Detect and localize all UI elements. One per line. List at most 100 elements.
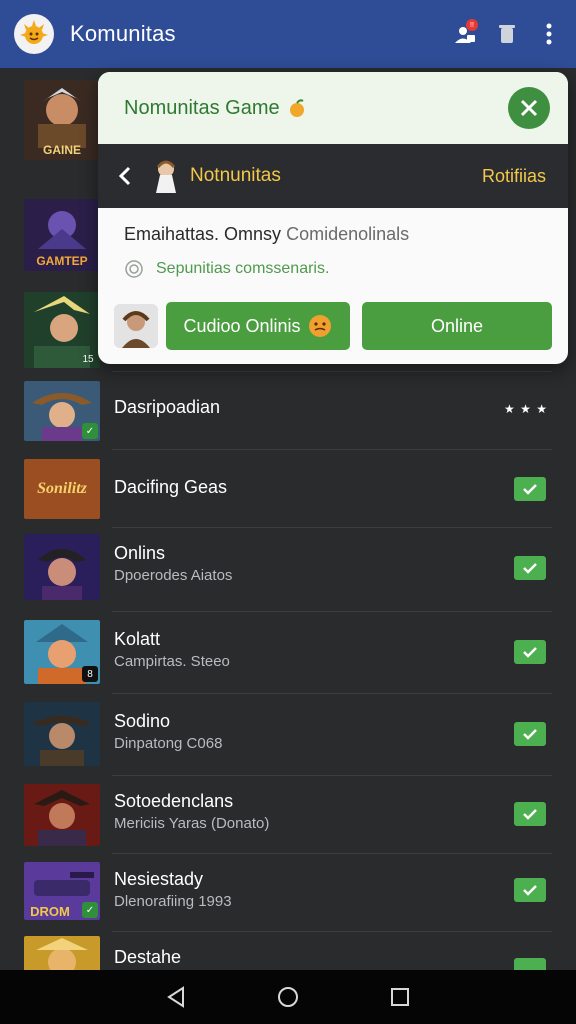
radio-icon (125, 260, 143, 278)
verified-icon: ✓ (82, 902, 98, 918)
list-item[interactable]: Sodino Dinpatong C068 (0, 694, 576, 776)
game-thumbnail: ✓ (24, 381, 100, 441)
verified-icon: ✓ (82, 423, 98, 439)
nav-recents-button[interactable] (386, 983, 414, 1011)
thumb-badge: 8 (82, 666, 98, 682)
row-subtitle: Mericiis Yaras (Donato) (114, 815, 270, 832)
check-icon (523, 729, 537, 740)
row-text: Nesiestady Dlenorafiing 1993 (114, 868, 232, 912)
row-title: Onlins (114, 543, 166, 563)
game-thumbnail (24, 784, 100, 846)
triangle-back-icon (167, 986, 184, 1008)
user-avatar[interactable] (114, 304, 158, 348)
description-muted: Comidenolinals (286, 224, 410, 244)
game-thumbnail (24, 534, 100, 600)
game-thumbnail (24, 936, 100, 970)
popup-nav-bar: Notnunitas Rotifiias (98, 144, 568, 208)
row-title: Destahe (114, 947, 182, 967)
popup-body: Emaihattas. Omnsy Comidenolinals Sepunit… (98, 208, 568, 279)
app-root: Komunitas !! GAINE GAMTEP 15 ✓ Dasripoad… (0, 0, 576, 1024)
thumb-label: Sonilitz (37, 480, 88, 497)
game-thumbnail: Sonilitz (24, 459, 100, 519)
thumb-label: 15 (82, 354, 94, 365)
square-recents-icon (391, 988, 409, 1006)
check-icon (523, 563, 537, 574)
list-item[interactable]: Destahe (0, 932, 576, 970)
thumb-label: GAMTEP (36, 254, 87, 268)
rating-stars: ★ ★ ★ (504, 402, 548, 416)
list-item[interactable]: Sotoedenclans Mericiis Yaras (Donato) (0, 776, 576, 854)
game-thumbnail: 8 (24, 620, 100, 684)
row-title: Kolatt (114, 629, 161, 649)
selected-checkbox[interactable] (514, 556, 546, 580)
notifications-button[interactable]: !! (452, 19, 478, 47)
row-title: Sotoedenclans (114, 791, 234, 811)
app-title: Komunitas (70, 21, 176, 46)
row-text: Onlins Dpoerodes Aiatos (114, 542, 232, 586)
game-thumbnail: GAMTEP (24, 199, 100, 271)
online-button[interactable]: Online (362, 302, 552, 350)
selected-checkbox[interactable] (514, 802, 546, 826)
thumb-label: GAINE (43, 143, 81, 157)
nav-title: Notnunitas (190, 165, 281, 186)
row-text: Dasripoadian (114, 396, 220, 418)
row-text: Kolatt Campirtas. Steeo (114, 628, 230, 672)
row-text: Sodino Dinpatong C068 (114, 710, 222, 754)
popup-header: Nomunitas Game (98, 72, 568, 144)
thumb-label: DROM (30, 904, 70, 919)
list-item[interactable]: Onlins Dpoerodes Aiatos (0, 528, 576, 612)
list-item[interactable]: DROM ✓ Nesiestady Dlenorafiing 1993 (0, 854, 576, 932)
selected-checkbox[interactable] (514, 722, 546, 746)
row-text: Dacifing Geas (114, 476, 227, 498)
close-button[interactable] (508, 87, 550, 129)
nav-back-button[interactable] (162, 983, 190, 1011)
check-icon (523, 885, 537, 896)
popup-status: Sepunitias comssenaris. (124, 259, 542, 279)
fruit-icon (289, 99, 304, 117)
nav-home-button[interactable] (274, 983, 302, 1011)
game-thumbnail: 15 (24, 292, 100, 368)
row-title: Sodino (114, 711, 171, 731)
app-logo-icon[interactable] (14, 14, 54, 54)
popup-description: Emaihattas. Omnsy Comidenolinals (124, 224, 542, 245)
check-icon (523, 809, 537, 820)
row-text: Destahe (114, 946, 181, 968)
list-item[interactable]: ✓ Dasripoadian ★ ★ ★ (0, 372, 576, 450)
description-main: Emaihattas. Omnsy (124, 224, 282, 244)
row-subtitle: Campirtas. Steeo (114, 653, 230, 670)
trash-button[interactable] (494, 21, 520, 47)
row-title: Dasripoadian (114, 397, 221, 417)
app-bar: Komunitas !! (0, 0, 576, 68)
system-nav-bar (0, 970, 576, 1024)
popup-actions: Cudioo Onlinis Online (114, 302, 552, 350)
row-title: Nesiestady (114, 869, 204, 889)
emoji-icon (308, 315, 331, 337)
notifications-link[interactable]: Rotifiias (482, 166, 546, 187)
list-item[interactable]: Sonilitz Dacifing Geas (0, 450, 576, 528)
overflow-menu-button[interactable] (536, 21, 562, 47)
selected-checkbox[interactable] (514, 640, 546, 664)
row-title: Dacifing Geas (114, 477, 228, 497)
game-thumbnail: DROM ✓ (24, 862, 100, 920)
more-vert-icon (546, 23, 552, 45)
trash-icon (499, 25, 515, 43)
selected-checkbox[interactable] (514, 477, 546, 501)
close-icon (520, 99, 538, 117)
back-button[interactable] (112, 163, 138, 189)
selected-checkbox[interactable] (514, 958, 546, 970)
row-subtitle: Dlenorafiing 1993 (114, 893, 232, 910)
selected-checkbox[interactable] (514, 878, 546, 902)
chevron-left-icon (118, 166, 131, 186)
popup-title: Nomunitas Game (124, 96, 280, 119)
row-subtitle: Dinpatong C068 (114, 735, 223, 752)
row-text: Sotoedenclans Mericiis Yaras (Donato) (114, 790, 269, 834)
notification-badge: !! (466, 19, 478, 31)
community-popup: Nomunitas Game Notnunitas Rotifiias Emai… (98, 72, 568, 364)
status-text: Sepunitias comssenaris. (156, 260, 330, 277)
home-circle-icon (278, 987, 298, 1007)
primary-action-label: Cudioo Onlinis (183, 315, 301, 336)
primary-action-button[interactable]: Cudioo Onlinis (166, 302, 350, 350)
row-subtitle: Dpoerodes Aiatos (114, 567, 233, 584)
game-thumbnail: GAINE (24, 80, 100, 160)
list-item[interactable]: 8 Kolatt Campirtas. Steeo (0, 612, 576, 694)
